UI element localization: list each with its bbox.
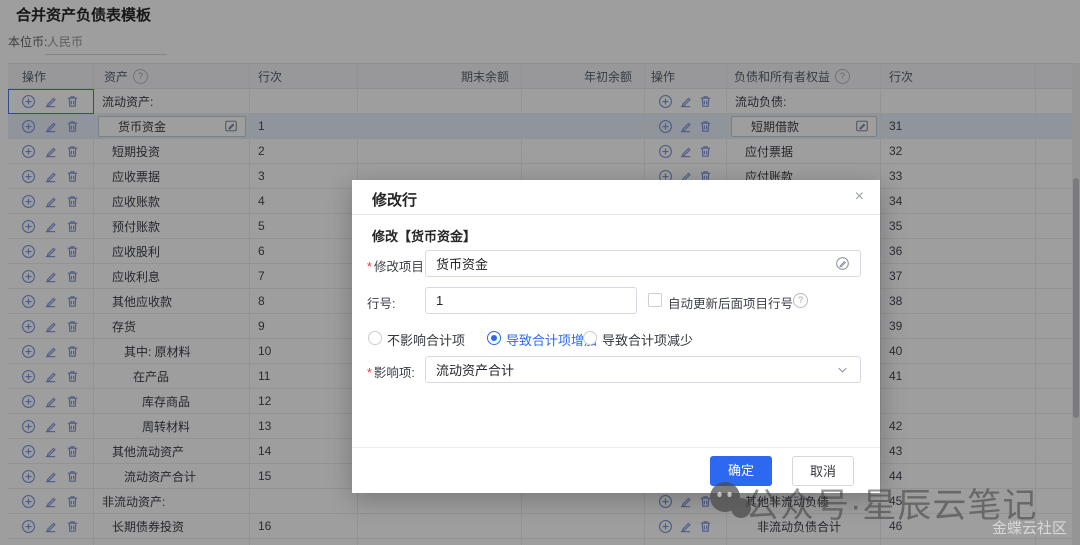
ok-button[interactable]: 确定 <box>710 456 772 486</box>
row-number-label: 行号: <box>367 293 395 312</box>
modify-row-dialog: 修改行 × 修改【货币资金】 修改项目 货币资金 行号: 1 自动更新后面项目行… <box>352 180 880 493</box>
chevron-down-icon <box>835 362 850 377</box>
dialog-header: 修改行 × <box>352 180 880 215</box>
help-icon[interactable]: ? <box>793 293 808 308</box>
cancel-button[interactable]: 取消 <box>792 456 854 486</box>
radio-decrease-total-label: 导致合计项减少 <box>602 330 693 349</box>
app-window: 合并资产负债表模板 本位币: 人民币 操作资产?行次期末余额年初余额操作负债和所… <box>0 0 1080 545</box>
dialog-footer: 确定 取消 <box>352 447 880 494</box>
edit-circle-icon[interactable] <box>835 256 850 271</box>
dialog-subtitle: 修改【货币资金】 <box>372 226 476 245</box>
row-number-field[interactable]: 1 <box>425 287 637 314</box>
modify-item-field[interactable]: 货币资金 <box>425 250 861 277</box>
radio-increase-total[interactable] <box>487 331 501 345</box>
affect-item-label: 影响项: <box>367 362 415 381</box>
modify-item-value: 货币资金 <box>436 254 835 273</box>
radio-decrease-total[interactable] <box>583 331 597 345</box>
auto-update-label: 自动更新后面项目行号 <box>668 293 793 312</box>
auto-update-checkbox[interactable] <box>648 293 662 307</box>
radio-no-effect[interactable] <box>368 331 382 345</box>
close-icon[interactable]: × <box>855 188 864 206</box>
affect-item-value: 流动资产合计 <box>436 360 835 379</box>
modify-item-label: 修改项目 <box>367 256 424 275</box>
radio-no-effect-label: 不影响合计项 <box>387 330 465 349</box>
affect-item-select[interactable]: 流动资产合计 <box>425 356 861 383</box>
row-number-value: 1 <box>436 293 626 308</box>
dialog-title: 修改行 <box>372 189 417 210</box>
